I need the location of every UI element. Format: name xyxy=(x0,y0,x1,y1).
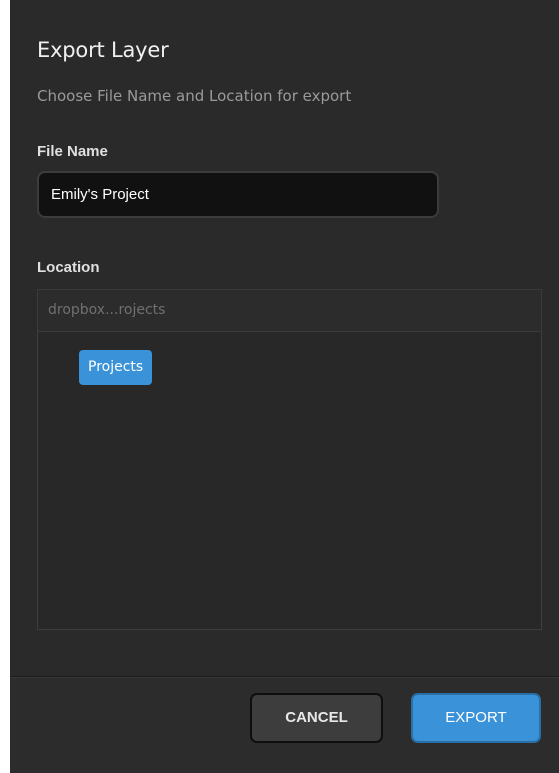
file-name-input[interactable] xyxy=(37,171,439,218)
dialog-footer: CANCEL EXPORT xyxy=(10,676,559,773)
file-name-label: File Name xyxy=(37,143,108,160)
cancel-button[interactable]: CANCEL xyxy=(250,693,383,743)
export-layer-dialog: Export Layer Choose File Name and Locati… xyxy=(10,0,559,773)
dialog-title: Export Layer xyxy=(37,38,169,62)
export-button[interactable]: EXPORT xyxy=(411,693,541,743)
folder-item-projects[interactable]: Projects xyxy=(79,350,153,385)
location-label: Location xyxy=(37,259,100,276)
location-path-field[interactable]: dropbox...rojects xyxy=(37,289,542,332)
folder-browser[interactable]: Projects xyxy=(37,331,542,630)
dialog-subtitle: Choose File Name and Location for export xyxy=(37,87,352,105)
